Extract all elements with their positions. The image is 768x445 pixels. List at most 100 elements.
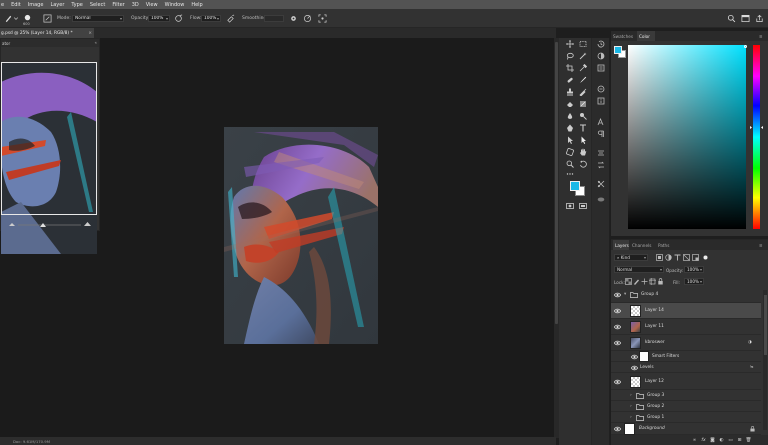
smart-object-thumbnail[interactable] xyxy=(630,337,641,349)
scrollbar-thumb[interactable] xyxy=(555,42,558,324)
layer-row[interactable]: › Group 3 xyxy=(611,390,761,401)
color-panel-foreground-swatch[interactable] xyxy=(614,46,622,54)
hue-slider[interactable] xyxy=(750,45,763,229)
shape-tool-icon[interactable] xyxy=(578,135,588,145)
layers-scrollbar-thumb[interactable] xyxy=(763,295,767,355)
visibility-eye-icon[interactable] xyxy=(631,365,638,371)
filter-type-icon[interactable] xyxy=(674,254,681,261)
filter-blending-options-icon[interactable]: ≒ xyxy=(750,365,754,370)
eyedropper-tool-icon[interactable] xyxy=(578,63,588,73)
menu-item-edit[interactable]: Edit xyxy=(8,2,25,8)
menu-item-help[interactable]: Help xyxy=(188,2,206,8)
layer-row[interactable]: Smart Filters xyxy=(611,351,761,362)
layer-row[interactable]: › Group 2 xyxy=(611,401,761,412)
info-panel-icon[interactable] xyxy=(596,96,606,106)
tab-paths[interactable]: Paths xyxy=(658,240,674,250)
brush-tool-active-icon[interactable] xyxy=(578,75,588,85)
brush-tool-icon[interactable] xyxy=(3,13,13,23)
airbrush-icon[interactable] xyxy=(225,13,235,23)
close-icon[interactable]: × xyxy=(88,31,92,36)
lock-transparent-icon[interactable] xyxy=(625,278,632,285)
menu-item-image[interactable]: Image xyxy=(24,2,47,8)
type-tool-icon[interactable] xyxy=(578,123,588,133)
blend-mode-select[interactable]: Normal xyxy=(614,266,664,273)
workspace-icon[interactable] xyxy=(740,13,750,23)
layer-row[interactable]: ≒ Levels xyxy=(611,362,761,373)
navigator-view-frame[interactable] xyxy=(1,62,97,215)
layer-row[interactable]: › Group 1 xyxy=(611,412,761,423)
filter-shape-icon[interactable] xyxy=(683,254,690,261)
rotate-view-tool-icon[interactable] xyxy=(565,147,575,157)
pen-tool-icon[interactable] xyxy=(565,123,575,133)
expand-chevron-icon[interactable]: › xyxy=(630,415,635,421)
add-layer-style-icon[interactable]: fx xyxy=(700,437,707,444)
expand-chevron-icon[interactable]: › xyxy=(630,393,635,399)
visibility-eye-icon[interactable] xyxy=(614,426,621,432)
menu-item-filter[interactable]: Filter xyxy=(109,2,128,8)
menu-item-view[interactable]: View xyxy=(142,2,161,8)
opacity-field[interactable]: 100% xyxy=(148,14,170,22)
layer-row[interactable]: kbroswer ◑ xyxy=(611,335,761,351)
properties-panel-icon[interactable] xyxy=(596,84,606,94)
path-selection-tool-icon[interactable] xyxy=(565,135,575,145)
collapse-icon[interactable]: « xyxy=(95,40,97,45)
move-tool-icon[interactable] xyxy=(565,39,575,49)
timeline-panel-icon[interactable] xyxy=(596,179,606,189)
brush-panel-icon[interactable] xyxy=(42,13,52,23)
lock-all-icon[interactable] xyxy=(657,278,664,285)
lock-pixels-icon[interactable] xyxy=(633,278,640,285)
color-picker-field[interactable] xyxy=(628,45,747,229)
expand-chevron-icon[interactable]: › xyxy=(630,404,635,410)
clone-stamp-tool-icon[interactable] xyxy=(565,87,575,97)
tab-layers[interactable]: Layers xyxy=(613,240,629,250)
new-layer-icon[interactable]: ⊞ xyxy=(736,437,743,444)
glyphs-panel-icon[interactable] xyxy=(596,160,606,170)
hue-slider-handle[interactable] xyxy=(750,126,763,129)
history-panel-icon[interactable] xyxy=(596,39,606,49)
new-group-icon[interactable]: ▭ xyxy=(727,437,734,444)
visibility-eye-icon[interactable] xyxy=(614,379,621,385)
menu-item-type[interactable]: Type xyxy=(68,2,86,8)
layers-scrollbar[interactable] xyxy=(763,290,767,430)
tab-channels[interactable]: Channels xyxy=(632,240,654,250)
paragraph-panel-icon[interactable] xyxy=(596,129,606,139)
lock-artboard-icon[interactable] xyxy=(649,278,656,285)
magic-wand-tool-icon[interactable] xyxy=(578,51,588,61)
layer-row[interactable]: Layer 12 xyxy=(611,374,761,390)
add-mask-icon[interactable]: ◙ xyxy=(709,437,716,444)
layer-row[interactable]: Layer 11 xyxy=(611,319,761,335)
visibility-eye-icon[interactable] xyxy=(614,340,621,346)
document-tab[interactable]: g.psd @ 25% (Layer 14, RGB/8) * × xyxy=(0,28,94,38)
mode-select[interactable]: Normal xyxy=(72,14,124,22)
menu-item-window[interactable]: Window xyxy=(161,2,188,8)
zoom-slider[interactable] xyxy=(9,221,91,228)
zoom-tool-icon[interactable] xyxy=(565,159,575,169)
visibility-eye-icon[interactable] xyxy=(614,308,621,314)
new-adjustment-layer-icon[interactable]: ◐ xyxy=(718,437,725,444)
screen-mode-icon[interactable] xyxy=(578,201,588,211)
layer-row[interactable]: Layer 14 xyxy=(611,303,761,319)
layer-fill-field[interactable]: 100% xyxy=(684,278,704,285)
libraries-panel-icon[interactable] xyxy=(596,63,606,73)
filter-pixel-icon[interactable] xyxy=(656,254,663,261)
panel-menu-icon[interactable]: ≡ xyxy=(759,240,767,250)
layer-thumbnail[interactable] xyxy=(630,305,641,317)
filter-adjustment-icon[interactable] xyxy=(665,254,672,261)
blur-tool-icon[interactable] xyxy=(565,111,575,121)
pressure-opacity-icon[interactable] xyxy=(173,13,183,23)
tab-color[interactable]: Color xyxy=(637,31,655,41)
flow-field[interactable]: 100% xyxy=(201,14,221,22)
color-picker-marker[interactable] xyxy=(744,45,747,48)
lock-position-icon[interactable] xyxy=(641,278,648,285)
eraser-tool-icon[interactable] xyxy=(565,99,575,109)
menu-item-e[interactable]: e xyxy=(0,2,8,8)
background-thumbnail[interactable] xyxy=(624,423,635,435)
symmetry-icon[interactable] xyxy=(317,13,327,23)
cloud-panel-icon[interactable] xyxy=(596,194,606,204)
marquee-tool-icon[interactable] xyxy=(578,39,588,49)
chevron-down-icon[interactable] xyxy=(13,13,19,23)
menu-item-3d[interactable]: 3D xyxy=(128,2,142,8)
visibility-eye-icon[interactable] xyxy=(614,324,621,330)
filter-kind-select[interactable]: ⌕ Kind xyxy=(614,254,648,261)
smoothing-field[interactable] xyxy=(264,14,284,22)
